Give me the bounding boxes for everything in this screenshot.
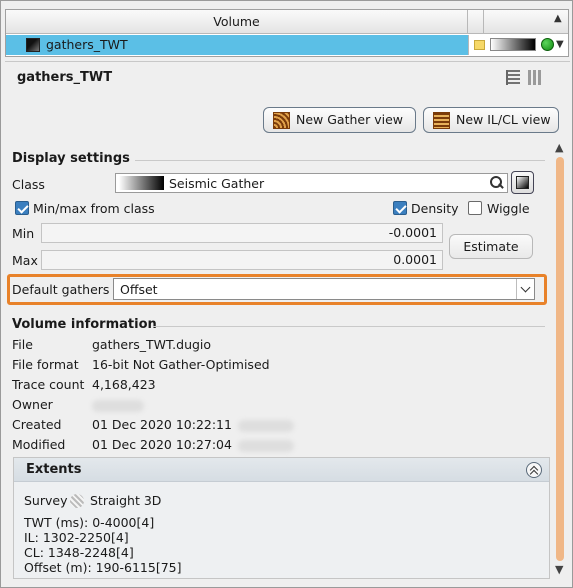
created-label: Created [12,417,62,432]
scroll-up-arrow-icon[interactable]: ▲ [554,13,562,24]
vertical-scrollbar[interactable]: ▲ ▼ [552,141,568,579]
new-gather-view-label: New Gather view [296,112,403,127]
scroll-up-arrow-icon[interactable]: ▲ [555,141,563,154]
volume-information-heading: Volume information [12,317,157,332]
redacted-owner [92,400,144,412]
estimate-button[interactable]: Estimate [449,234,533,259]
il-extent: IL: 1302-2250[4] [24,530,129,545]
min-label: Min [12,226,35,241]
panel-title-icons [506,70,546,86]
volume-column-header[interactable]: Volume [6,10,468,33]
bar-chart-icon[interactable] [528,70,542,85]
survey-label: Survey [24,493,68,508]
display-settings-heading: Display settings [12,151,130,166]
extents-heading: Extents [26,462,82,477]
created-value: 01 Dec 2020 10:22:11 [92,417,232,432]
survey-icon [70,494,84,508]
column-header-blank[interactable] [468,10,484,33]
trace-count-label: Trace count [12,377,85,392]
note-icon[interactable] [474,40,485,50]
gather-view-icon [273,112,290,129]
trace-count-value: 4,168,423 [92,377,156,392]
volume-table-header: Volume ▲ [6,10,568,34]
settings-scroll-area[interactable]: Display settings Class Seismic Gather Mi… [5,137,570,581]
default-gathers-value: Offset [120,282,158,297]
default-gathers-dropdown[interactable]: Offset [113,278,535,300]
colormap-button[interactable] [511,171,534,194]
section-divider [135,160,545,161]
file-label: File [12,337,33,352]
redacted-modified-by [238,440,294,452]
wiggle-label: Wiggle [487,201,530,216]
volume-panel-window: Volume ▲ gathers_TWT ▼ gathers_TWT New G… [0,0,573,588]
section-divider [153,326,545,327]
modified-value: 01 Dec 2020 10:27:04 [92,437,232,452]
panel-title: gathers_TWT [17,70,113,85]
class-value: Seismic Gather [169,176,265,191]
scroll-down-arrow-icon[interactable]: ▼ [555,563,563,576]
colormap-icon [516,176,529,189]
minmax-from-class-label: Min/max from class [33,201,155,216]
default-gathers-label: Default gathers [12,282,110,297]
table-view-icon[interactable] [506,70,520,85]
table-row[interactable]: gathers_TWT [6,35,554,55]
max-label: Max [12,253,38,268]
new-ilcl-view-button[interactable]: New IL/CL view [423,107,559,133]
status-indicator-icon [541,38,554,51]
volume-table: Volume ▲ gathers_TWT ▼ [5,9,569,57]
ilcl-view-icon [433,112,450,129]
search-icon[interactable] [489,175,503,189]
density-checkbox[interactable] [393,201,407,215]
modified-label: Modified [12,437,66,452]
cl-extent: CL: 1348-2248[4] [24,545,134,560]
class-colormap-swatch [119,176,164,190]
survey-value: Straight 3D [90,493,162,508]
class-selector[interactable]: Seismic Gather [115,173,508,193]
extents-panel: Extents Survey Straight 3D TWT (ms): 0-4… [13,457,550,579]
scrollbar-thumb[interactable] [556,157,564,561]
offset-extent: Offset (m): 190-6115[75] [24,560,182,575]
volume-row-status-cell [468,35,554,55]
collapse-icon[interactable] [526,462,542,478]
minmax-from-class-checkbox[interactable] [15,201,29,215]
new-gather-view-button[interactable]: New Gather view [263,107,416,133]
volume-name: gathers_TWT [46,37,128,52]
scroll-down-arrow-icon[interactable]: ▼ [556,39,564,50]
file-format-value: 16-bit Not Gather-Optimised [92,357,270,372]
divider [5,61,570,62]
extents-header[interactable]: Extents [14,458,549,482]
twt-extent: TWT (ms): 0-4000[4] [24,515,155,530]
file-format-label: File format [12,357,79,372]
owner-label: Owner [12,397,53,412]
file-value: gathers_TWT.dugio [92,337,212,352]
density-label: Density [411,201,459,216]
class-label: Class [12,177,45,192]
new-ilcl-view-label: New IL/CL view [456,112,551,127]
chevron-down-icon[interactable] [516,279,534,299]
min-field[interactable]: -0.0001 [41,223,443,243]
volume-cube-icon [26,38,40,52]
redacted-created-by [238,420,294,432]
wiggle-checkbox[interactable] [468,201,482,215]
colormap-swatch[interactable] [490,38,536,51]
max-field[interactable]: 0.0001 [41,250,443,270]
